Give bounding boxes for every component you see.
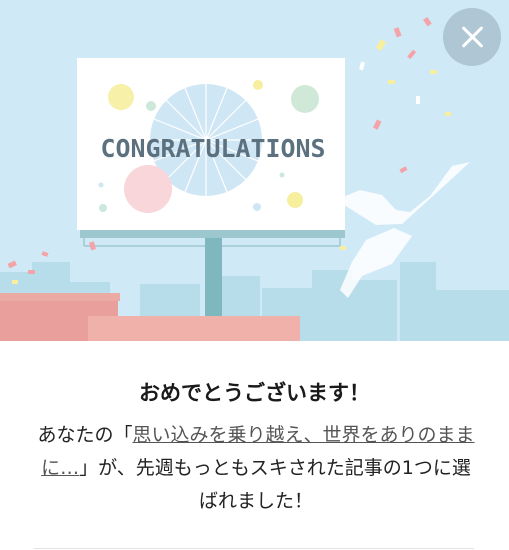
dialog-title: おめでとうございます！ (139, 381, 370, 405)
illustration-graphic: CONGRATULATIONS (0, 17, 509, 341)
billboard-pole (205, 238, 222, 316)
divider (34, 548, 474, 549)
body-prefix: あなたの「 (37, 424, 133, 446)
close-button[interactable] (443, 8, 501, 66)
billboard-text: CONGRATULATIONS (101, 134, 326, 163)
body-suffix: 」が、先週もっともスキされた記事の1つに選ばれました！ (79, 457, 471, 512)
close-icon (460, 25, 484, 49)
celebration-illustration: CONGRATULATIONS (0, 0, 509, 341)
billboard-catwalk (80, 230, 345, 238)
dialog-message: おめでとうございます！ あなたの「思い込みを乗り越え、世界をありのままに…」が、… (0, 341, 509, 550)
dialog-body: あなたの「思い込みを乗り越え、世界をありのままに…」が、先週もっともスキされた記… (36, 419, 476, 518)
